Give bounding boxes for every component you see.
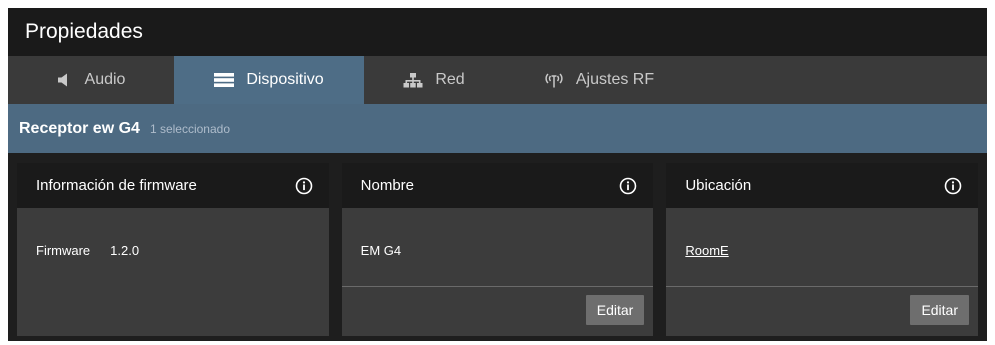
location-panel-body: RoomE: [666, 208, 978, 258]
network-icon: [403, 72, 423, 88]
location-panel-title: Ubicación: [685, 177, 752, 194]
firmware-version: 1.2.0: [110, 243, 140, 258]
tab-device-label: Dispositivo: [246, 71, 324, 88]
device-name-value: EM G4: [360, 243, 402, 258]
name-panel: Nombre EM G4 Editar: [341, 163, 654, 336]
speaker-icon: [57, 73, 73, 87]
device-icon: [214, 73, 235, 87]
edit-location-button[interactable]: Editar: [910, 295, 970, 325]
device-type-label: Receptor ew G4: [19, 119, 140, 137]
tab-network[interactable]: Red: [364, 56, 504, 104]
selection-count: 1 seleccionado: [149, 121, 230, 136]
info-icon[interactable]: [619, 177, 637, 195]
antenna-icon: [544, 72, 564, 88]
divider: [666, 286, 979, 287]
info-icon[interactable]: [295, 177, 313, 195]
divider: [341, 286, 654, 287]
firmware-label: Firmware: [36, 243, 91, 258]
window-title-bar: Propiedades: [8, 8, 987, 56]
name-panel-title: Nombre: [360, 177, 415, 194]
location-link[interactable]: RoomE: [685, 243, 728, 258]
firmware-panel-title: Información de firmware: [36, 177, 197, 194]
location-panel: Ubicación RoomE Editar: [666, 163, 979, 336]
firmware-panel: Información de firmware Firmware 1.2.0: [17, 163, 329, 336]
tab-device[interactable]: Dispositivo: [174, 56, 364, 104]
tab-audio[interactable]: Audio: [8, 56, 174, 104]
firmware-panel-body: Firmware 1.2.0: [17, 208, 329, 258]
tab-network-label: Red: [435, 71, 465, 88]
properties-panels: Información de firmware Firmware 1.2.0 N…: [17, 163, 979, 336]
properties-window: Propiedades Audio Dispositivo Red Ajuste…: [8, 8, 987, 341]
name-panel-header: Nombre: [341, 163, 654, 208]
location-panel-header: Ubicación: [666, 163, 979, 208]
tab-rf-settings[interactable]: Ajustes RF: [504, 56, 694, 104]
selection-bar: Receptor ew G4 1 seleccionado: [8, 104, 987, 153]
firmware-panel-header: Información de firmware: [17, 163, 329, 208]
info-icon[interactable]: [944, 177, 962, 195]
window-title: Propiedades: [25, 20, 143, 43]
edit-name-button[interactable]: Editar: [585, 295, 645, 325]
name-panel-body: EM G4: [342, 208, 654, 258]
firmware-row: Firmware 1.2.0: [36, 243, 310, 258]
tab-audio-label: Audio: [84, 71, 126, 88]
tab-rf-settings-label: Ajustes RF: [575, 71, 655, 88]
tab-bar: Audio Dispositivo Red Ajustes RF: [8, 56, 987, 104]
